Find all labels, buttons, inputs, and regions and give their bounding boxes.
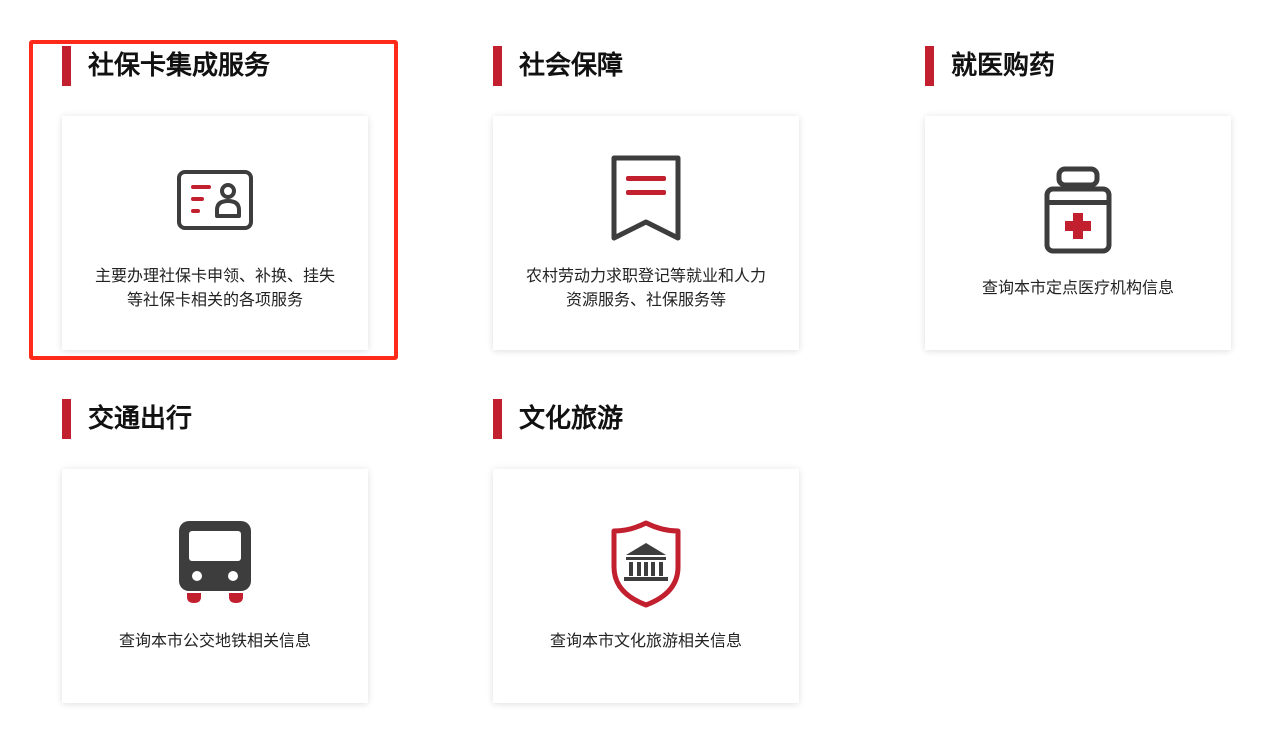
id-card-icon [177,170,253,230]
service-card-social-security-card[interactable]: 主要办理社保卡申领、补换、挂失 等社保卡相关的各项服务 [62,116,368,350]
section-title: 就医购药 [951,51,1056,81]
section-title: 文化旅游 [519,404,624,434]
medicine-bottle-icon [1043,166,1113,256]
service-description: 查询本市文化旅游相关信息 [503,629,789,653]
description-line: 查询本市公交地铁相关信息 [118,631,311,650]
section-header: 文化旅游 [493,397,799,441]
service-description: 农村劳动力求职登记等就业和人力 资源服务、社保服务等 [503,264,789,312]
bookmark-icon [608,154,684,244]
description-line: 查询本市文化旅游相关信息 [549,631,742,650]
section-header: 社会保障 [493,44,799,88]
section-medical-care: 就医购药 查询本市定点医疗机构信息 [925,44,1231,350]
section-accent-bar [62,46,71,86]
description-line: 资源服务、社保服务等 [565,290,726,309]
service-card-medical-care[interactable]: 查询本市定点医疗机构信息 [925,116,1231,350]
service-card-transportation[interactable]: 查询本市公交地铁相关信息 [62,469,368,703]
section-accent-bar [62,399,71,439]
section-social-security-card: 社保卡集成服务 主要办理社保卡申领、补换、挂失 等社保卡相关的各项服务 [62,44,368,350]
section-culture-tourism: 文化旅游 查询本市文化旅游相关信息 [493,397,799,703]
section-title: 社保卡集成服务 [88,51,271,81]
bus-icon [175,519,255,607]
section-accent-bar [493,399,502,439]
description-line: 主要办理社保卡申领、补换、挂失 [94,266,335,285]
service-card-culture-tourism[interactable]: 查询本市文化旅游相关信息 [493,469,799,703]
description-line: 查询本市定点医疗机构信息 [981,278,1174,297]
section-social-welfare: 社会保障 农村劳动力求职登记等就业和人力 资源服务、社保服务等 [493,44,799,350]
section-header: 交通出行 [62,397,368,441]
description-line: 等社保卡相关的各项服务 [126,290,303,309]
service-description: 主要办理社保卡申领、补换、挂失 等社保卡相关的各项服务 [72,264,358,312]
museum-shield-icon [608,519,684,609]
section-accent-bar [493,46,502,86]
service-description: 查询本市定点医疗机构信息 [935,276,1221,300]
section-header: 就医购药 [925,44,1231,88]
section-header: 社保卡集成服务 [62,44,368,88]
service-card-social-welfare[interactable]: 农村劳动力求职登记等就业和人力 资源服务、社保服务等 [493,116,799,350]
description-line: 农村劳动力求职登记等就业和人力 [525,266,766,285]
section-title: 社会保障 [519,51,624,81]
section-transportation: 交通出行 查询本市公交地铁相关信息 [62,397,368,703]
section-title: 交通出行 [88,404,193,434]
section-accent-bar [925,46,934,86]
service-description: 查询本市公交地铁相关信息 [72,629,358,653]
services-page: 社保卡集成服务 主要办理社保卡申领、补换、挂失 等社保卡相关的各项服务 社会保障… [0,0,1267,743]
